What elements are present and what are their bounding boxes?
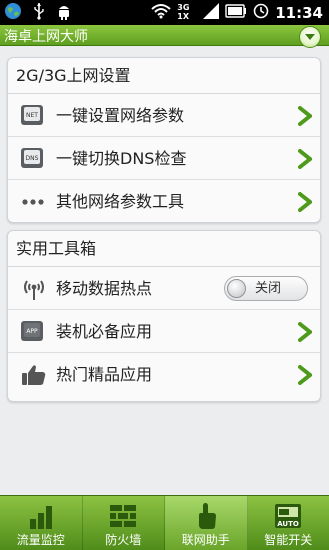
- net-icon-text: NET: [26, 112, 38, 119]
- hotspot-toggle[interactable]: 关闭: [224, 276, 308, 301]
- chevron-right-icon: [298, 365, 312, 385]
- alarm-icon: [253, 3, 269, 23]
- globe-icon: [4, 2, 22, 24]
- tab-traffic-monitor[interactable]: 流量监控: [0, 496, 83, 550]
- network-label-3g: 3G: [177, 2, 190, 12]
- tab-network-assistant[interactable]: 联网助手: [165, 496, 248, 550]
- chevron-right-icon: [298, 192, 312, 212]
- other-network-tools-row[interactable]: 其他网络参数工具: [8, 180, 320, 223]
- hotspot-icon: [20, 277, 48, 301]
- usb-icon: [32, 2, 46, 24]
- app-icon-text: APP: [26, 328, 38, 335]
- tab-label: 防火墙: [105, 533, 142, 547]
- signal-icon: [203, 2, 220, 23]
- wifi-icon: [151, 3, 171, 23]
- dns-check-label: 一键切换DNS检查: [56, 149, 187, 168]
- toggle-knob: [227, 279, 246, 298]
- dropdown-menu-button[interactable]: [299, 26, 321, 48]
- dns-check-row[interactable]: DNS 一键切换DNS检查: [8, 137, 320, 180]
- thumbs-up-icon: [20, 363, 48, 387]
- app-title: 海卓上网大师: [4, 29, 88, 45]
- app-title-bar: 海卓上网大师: [0, 25, 329, 48]
- chevron-down-icon: [305, 34, 315, 40]
- android-icon: [56, 2, 72, 24]
- clock-time: 11:34: [275, 3, 323, 22]
- chevron-right-icon: [298, 106, 312, 126]
- network-settings-header: 2G/3G上网设置: [8, 58, 320, 94]
- chevron-right-icon: [298, 322, 312, 342]
- hand-tap-icon: [198, 503, 216, 529]
- tab-label: 流量监控: [16, 533, 65, 547]
- dns-icon-text: DNS: [26, 155, 39, 162]
- auto-icon-text: AUTO: [277, 520, 299, 528]
- status-bar: 3G 1X 11:34: [0, 0, 329, 25]
- mobile-hotspot-label: 移动数据热点: [56, 279, 153, 298]
- tab-label: 智能开关: [264, 533, 313, 547]
- network-label-1x: 1X: [177, 11, 189, 21]
- firewall-icon: [110, 505, 137, 527]
- more-dots-icon: [20, 190, 48, 214]
- other-network-tools-label: 其他网络参数工具: [56, 192, 185, 211]
- essential-apps-label: 装机必备应用: [56, 322, 153, 341]
- app-icon: APP: [20, 320, 48, 344]
- network-3g-icon: 3G 1X: [177, 3, 197, 23]
- network-settings-card: 2G/3G上网设置 NET 一键设置网络参数 DNS 一键切换DNS检查 其他网…: [7, 57, 321, 223]
- popular-apps-label: 热门精品应用: [56, 365, 153, 384]
- tab-label: 联网助手: [181, 533, 230, 547]
- toggle-state-label: 关闭: [255, 281, 282, 296]
- essential-apps-row[interactable]: APP 装机必备应用: [8, 310, 320, 353]
- toolbox-card: 实用工具箱 移动数据热点 关闭 APP 装机必备应用 热门精品应用: [7, 230, 321, 402]
- network-params-row[interactable]: NET 一键设置网络参数: [8, 94, 320, 137]
- net-icon: NET: [20, 104, 48, 128]
- dns-icon: DNS: [20, 147, 48, 171]
- battery-icon: [225, 3, 247, 22]
- bar-chart-icon: [29, 506, 52, 529]
- popular-apps-row[interactable]: 热门精品应用: [8, 353, 320, 396]
- tab-smart-switch[interactable]: AUTO 智能开关: [248, 496, 329, 550]
- mobile-hotspot-row: 移动数据热点 关闭: [8, 267, 320, 310]
- chevron-right-icon: [298, 149, 312, 169]
- tab-firewall[interactable]: 防火墙: [83, 496, 165, 550]
- toolbox-header: 实用工具箱: [8, 231, 320, 267]
- network-params-label: 一键设置网络参数: [56, 106, 185, 125]
- auto-switch-icon: AUTO: [275, 504, 302, 528]
- bottom-tab-bar: 流量监控 防火墙 联网助手 AUTO 智能开关: [0, 495, 329, 550]
